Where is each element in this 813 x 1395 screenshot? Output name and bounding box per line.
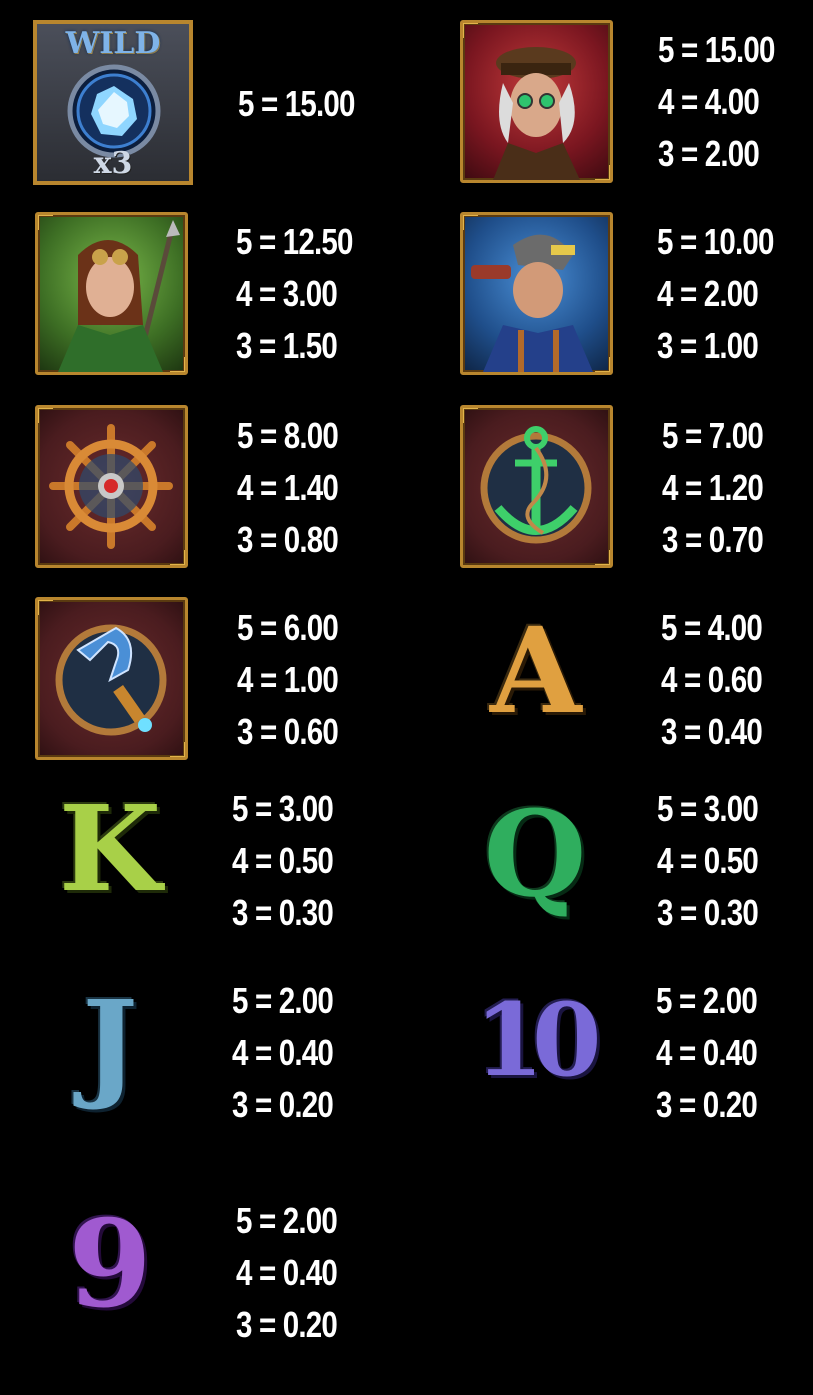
pay-line: 5 = 2.00: [656, 980, 758, 1021]
ship-wheel-symbol: [35, 405, 188, 568]
pay-line: 3 = 0.20: [232, 1084, 334, 1125]
letter-j-label: J: [82, 974, 138, 1113]
pay-line: 3 = 0.30: [232, 892, 334, 933]
pay-line: 3 = 1.00: [657, 325, 759, 366]
letter-j-paytable: 5 = 2.00 4 = 0.40 3 = 0.20: [232, 975, 334, 1131]
woman-symbol: [35, 212, 188, 375]
letter-k-symbol: K: [55, 790, 165, 920]
number-ten-label: 10: [474, 981, 601, 1099]
pay-line: 3 = 0.60: [237, 711, 339, 752]
pay-line: 5 = 12.50: [236, 221, 353, 262]
mechanic-symbol: [460, 212, 613, 375]
pay-line: 4 = 3.00: [236, 273, 338, 314]
letter-a-symbol: A: [490, 612, 582, 742]
pay-line: 4 = 4.00: [658, 81, 760, 122]
woman-harpoon-portrait-icon: [58, 220, 180, 372]
pay-line: 4 = 0.40: [236, 1252, 338, 1293]
wild-multiplier: x3: [93, 146, 133, 181]
pay-line: 3 = 0.30: [657, 892, 759, 933]
pay-line: 5 = 3.00: [232, 788, 334, 829]
pay-line: 3 = 0.80: [237, 519, 339, 560]
mechanic-paytable: 5 = 10.00 4 = 2.00 3 = 1.00: [657, 216, 774, 372]
mechanic-wrench-portrait-icon: [471, 234, 593, 372]
pay-line: 4 = 1.40: [237, 467, 339, 508]
wild-symbol: WILD x3: [33, 20, 193, 185]
pay-line: 5 = 15.00: [238, 83, 355, 124]
pay-line: 3 = 0.70: [662, 519, 764, 560]
letter-q-paytable: 5 = 3.00 4 = 0.50 3 = 0.30: [657, 783, 759, 939]
letter-q-symbol: Q: [480, 795, 590, 925]
ship-wheel-paytable: 5 = 8.00 4 = 1.40 3 = 0.80: [237, 410, 339, 566]
number-nine-symbol: 9: [55, 1205, 165, 1335]
pay-line: 4 = 0.40: [656, 1032, 758, 1073]
pay-line: 5 = 2.00: [232, 980, 334, 1021]
pay-line: 3 = 0.20: [656, 1084, 758, 1125]
pay-line: 3 = 0.20: [236, 1304, 338, 1345]
anchor-icon: [480, 426, 592, 544]
captain-paytable: 5 = 15.00 4 = 4.00 3 = 2.00: [658, 24, 775, 180]
pay-line: 5 = 7.00: [662, 415, 764, 456]
pay-line: 4 = 1.20: [662, 467, 764, 508]
pay-line: 4 = 0.50: [657, 840, 759, 881]
pay-line: 5 = 4.00: [661, 607, 763, 648]
letter-a-label: A: [490, 601, 582, 740]
number-nine-paytable: 5 = 2.00 4 = 0.40 3 = 0.20: [236, 1195, 338, 1351]
captain-portrait-icon: [493, 47, 580, 180]
hook-icon: [55, 624, 167, 736]
captain-symbol: [460, 20, 613, 183]
number-ten-paytable: 5 = 2.00 4 = 0.40 3 = 0.20: [656, 975, 758, 1131]
letter-j-symbol: J: [55, 985, 165, 1115]
pay-line: 4 = 2.00: [657, 273, 759, 314]
hook-symbol: [35, 597, 188, 760]
hook-paytable: 5 = 6.00 4 = 1.00 3 = 0.60: [237, 602, 339, 758]
crystal-orb-icon: [67, 64, 161, 158]
wild-label: WILD: [65, 26, 161, 61]
pay-line: 3 = 2.00: [658, 133, 760, 174]
pay-line: 4 = 0.40: [232, 1032, 334, 1073]
letter-k-paytable: 5 = 3.00 4 = 0.50 3 = 0.30: [232, 783, 334, 939]
pay-line: 3 = 0.40: [661, 711, 763, 752]
ship-wheel-icon: [49, 424, 173, 549]
pay-line: 4 = 0.50: [232, 840, 334, 881]
number-nine-label: 9: [68, 1194, 152, 1335]
pay-line: 3 = 1.50: [236, 325, 338, 366]
pay-line: 5 = 10.00: [657, 221, 774, 262]
pay-line: 4 = 0.60: [661, 659, 763, 700]
letter-a-paytable: 5 = 4.00 4 = 0.60 3 = 0.40: [661, 602, 763, 758]
number-ten-symbol: 10: [462, 990, 602, 1110]
letter-k-label: K: [58, 779, 162, 918]
woman-paytable: 5 = 12.50 4 = 3.00 3 = 1.50: [236, 216, 353, 372]
letter-q-label: Q: [483, 784, 587, 923]
pay-line: 5 = 8.00: [237, 415, 339, 456]
wild-paytable: 5 = 15.00: [238, 78, 355, 130]
pay-line: 5 = 3.00: [657, 788, 759, 829]
pay-line: 5 = 15.00: [658, 29, 775, 70]
pay-line: 5 = 6.00: [237, 607, 339, 648]
pay-line: 4 = 1.00: [237, 659, 339, 700]
anchor-paytable: 5 = 7.00 4 = 1.20 3 = 0.70: [662, 410, 764, 566]
pay-line: 5 = 2.00: [236, 1200, 338, 1241]
anchor-symbol: [460, 405, 613, 568]
